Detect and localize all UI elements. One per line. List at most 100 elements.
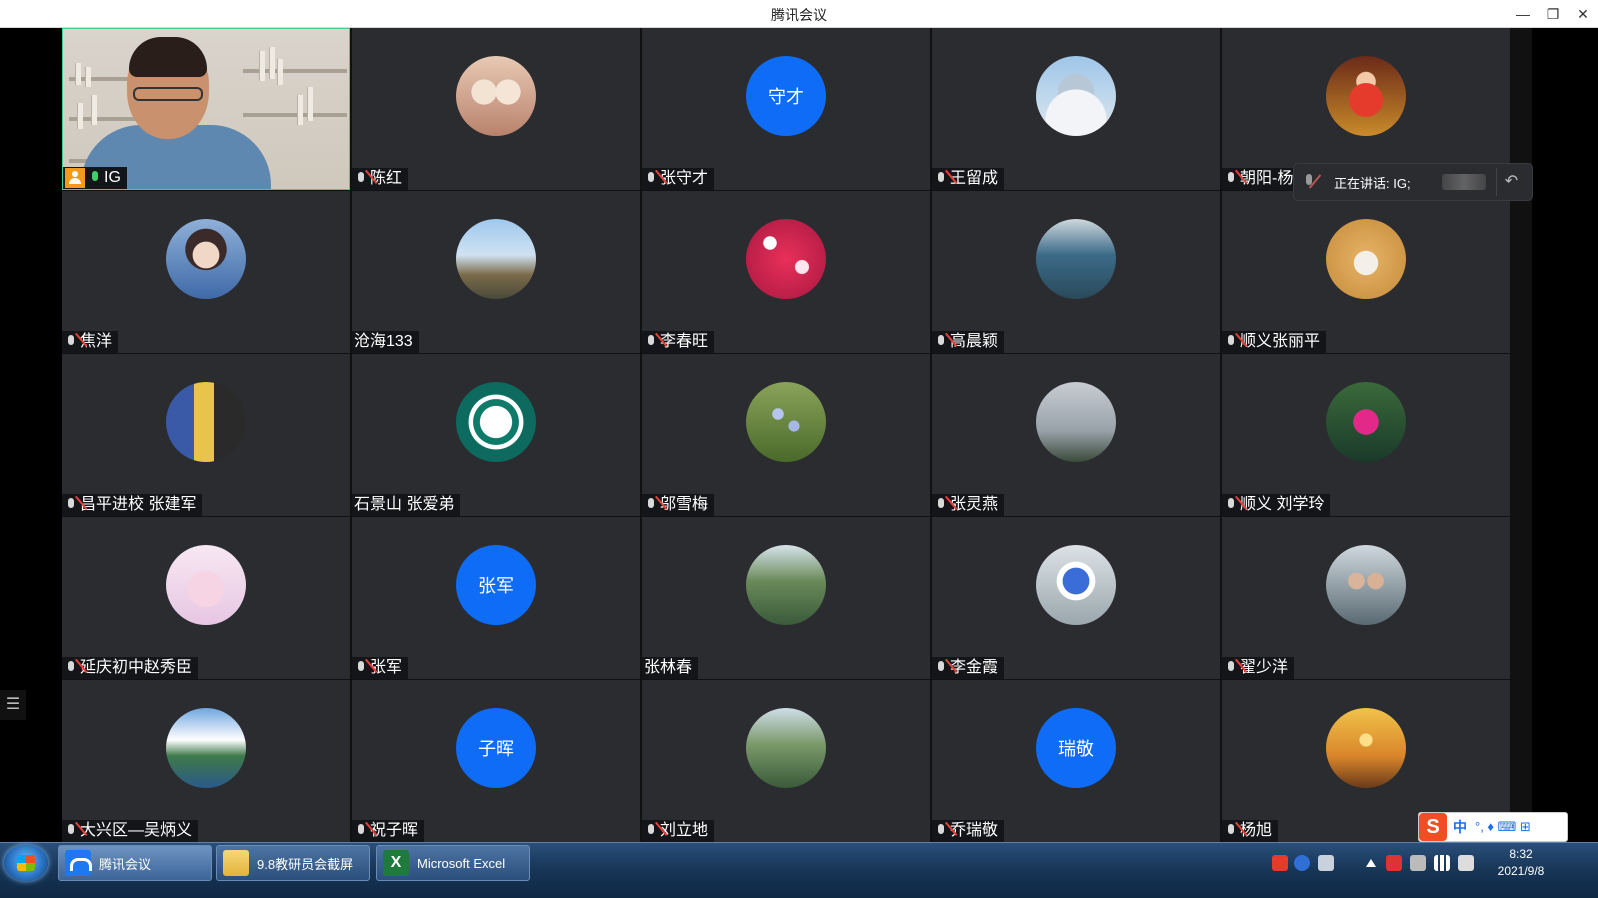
taskbar-item-excel[interactable]: X Microsoft Excel: [376, 845, 530, 881]
participant-video: [63, 29, 349, 189]
participant-tile[interactable]: 邬雪梅: [642, 354, 930, 516]
participant-tile[interactable]: IG: [62, 28, 350, 190]
microphone-muted-icon: [644, 334, 658, 350]
sogou-ime-icon[interactable]: S: [1419, 813, 1447, 841]
taskbar-item-folder[interactable]: 9.8教研员会截屏: [216, 845, 370, 881]
participant-nametag: 陈红: [352, 168, 409, 190]
participant-tile[interactable]: 顺义 刘学玲: [1222, 354, 1510, 516]
glasses: [133, 87, 203, 101]
participant-avatar: 子晖: [456, 708, 536, 788]
participant-tile[interactable]: 子晖祝子晖: [352, 680, 640, 842]
participant-nametag: 张灵燕: [932, 494, 1005, 516]
participant-tile[interactable]: 大兴区—吴炳义: [62, 680, 350, 842]
device-icon[interactable]: [1410, 855, 1426, 871]
participant-avatar: [1326, 56, 1406, 136]
participant-tile[interactable]: 张灵燕: [932, 354, 1220, 516]
participant-nametag: 翟少洋: [1222, 657, 1295, 679]
participant-tile[interactable]: 李金霞: [932, 517, 1220, 679]
participant-name: 顺义 刘学玲: [1240, 496, 1325, 513]
participant-tile[interactable]: 陈红: [352, 28, 640, 190]
minimize-button[interactable]: —: [1512, 4, 1534, 24]
ime-toolbar[interactable]: S 中 °, ♦ ⌨ ⊞: [1418, 812, 1568, 842]
participant-name: 王留成: [950, 170, 999, 187]
collapse-icon[interactable]: ↶: [1496, 168, 1526, 196]
sogou-tray-icon[interactable]: [1272, 855, 1288, 871]
microphone-muted-icon: [644, 171, 658, 187]
participant-avatar: [166, 708, 246, 788]
microphone-muted-icon: [354, 660, 368, 676]
participant-name: 邬雪梅: [660, 496, 709, 513]
participant-nametag: 昌平进校 张建军: [62, 494, 203, 516]
participant-name: 李春旺: [660, 333, 709, 350]
participant-tile[interactable]: 王留成: [932, 28, 1220, 190]
shelf: [243, 113, 347, 117]
participant-avatar: 守才: [746, 56, 826, 136]
participant-nametag: 李金霞: [932, 657, 1005, 679]
participant-tile[interactable]: 焦洋: [62, 191, 350, 353]
participant-tile[interactable]: 张林春: [642, 517, 930, 679]
participant-nametag: 顺义张丽平: [1222, 331, 1327, 353]
book: [307, 87, 313, 121]
participant-tile[interactable]: 高晨颖: [932, 191, 1220, 353]
book: [259, 51, 265, 81]
taskbar-clock[interactable]: 8:32 2021/9/8: [1486, 846, 1556, 880]
microphone-muted-icon: [934, 171, 948, 187]
close-button[interactable]: ✕: [1572, 4, 1594, 24]
participant-nametag: 延庆初中赵秀臣: [62, 657, 199, 679]
participant-tile[interactable]: 顺义张丽平: [1222, 191, 1510, 353]
participant-tile[interactable]: 瑞敬 乔瑞敬: [932, 680, 1220, 842]
participant-tile[interactable]: 沧海133: [352, 191, 640, 353]
display-icon[interactable]: [1318, 855, 1334, 871]
person-hair: [129, 37, 207, 77]
excel-icon: X: [383, 850, 409, 876]
clock-date: 2021/9/8: [1497, 864, 1545, 878]
participant-nametag: 杨旭: [1222, 820, 1279, 842]
start-button[interactable]: [4, 845, 48, 881]
participant-name: 张守才: [660, 170, 709, 187]
volume-icon[interactable]: [1458, 855, 1474, 871]
participant-name: 延庆初中赵秀臣: [80, 659, 193, 676]
task-label: Microsoft Excel: [417, 855, 506, 871]
participant-avatar: [1036, 56, 1116, 136]
maximize-button[interactable]: ❐: [1542, 4, 1564, 24]
participant-tile[interactable]: 张军 张军: [352, 517, 640, 679]
participant-avatar: [1036, 382, 1116, 462]
participant-nametag: 焦洋: [62, 331, 119, 353]
participant-avatar: [746, 708, 826, 788]
book: [85, 67, 91, 87]
taskbar-item-tencent-meeting[interactable]: 腾讯会议: [58, 845, 212, 881]
participant-avatar: [746, 382, 826, 462]
participant-nametag: 乔瑞敬: [932, 820, 1005, 842]
participant-tile[interactable]: 翟少洋: [1222, 517, 1510, 679]
participant-avatar: [746, 219, 826, 299]
participant-name: 沧海133: [354, 333, 413, 350]
participant-name: 大兴区—吴炳义: [80, 822, 193, 839]
book: [75, 63, 81, 85]
participant-tile[interactable]: 昌平进校 张建军: [62, 354, 350, 516]
participant-tile[interactable]: 石景山 张爱弟: [352, 354, 640, 516]
participant-nametag: 刘立地: [642, 820, 715, 842]
clock-time: 8:32: [1509, 847, 1533, 861]
participant-tile[interactable]: 李春旺: [642, 191, 930, 353]
participant-nametag: 大兴区—吴炳义: [62, 820, 199, 842]
participant-list-icon[interactable]: ☰: [0, 690, 26, 720]
participant-name: 顺义张丽平: [1240, 333, 1321, 350]
participant-tile[interactable]: 延庆初中赵秀臣: [62, 517, 350, 679]
network-icon[interactable]: [1434, 855, 1450, 871]
ime-mode-indicator[interactable]: 中: [1453, 817, 1467, 837]
host-icon: [65, 168, 85, 188]
help-icon[interactable]: [1294, 855, 1310, 871]
participant-name: 祝子晖: [370, 822, 419, 839]
book: [269, 47, 275, 79]
show-hidden-icons-icon[interactable]: [1366, 859, 1376, 867]
participant-nametag: 张军: [352, 657, 409, 679]
participant-tile[interactable]: 刘立地: [642, 680, 930, 842]
action-center-icon[interactable]: [1386, 855, 1402, 871]
speaking-label: 正在讲话: IG;: [1334, 175, 1411, 191]
folder-icon: [223, 850, 249, 876]
speaking-indicator[interactable]: 正在讲话: IG; ↶: [1294, 164, 1532, 200]
ime-tools-icons[interactable]: °, ♦ ⌨ ⊞: [1475, 819, 1531, 835]
participant-nametag: 沧海133: [352, 331, 419, 353]
participant-tile[interactable]: 守才张守才: [642, 28, 930, 190]
book: [77, 103, 83, 129]
